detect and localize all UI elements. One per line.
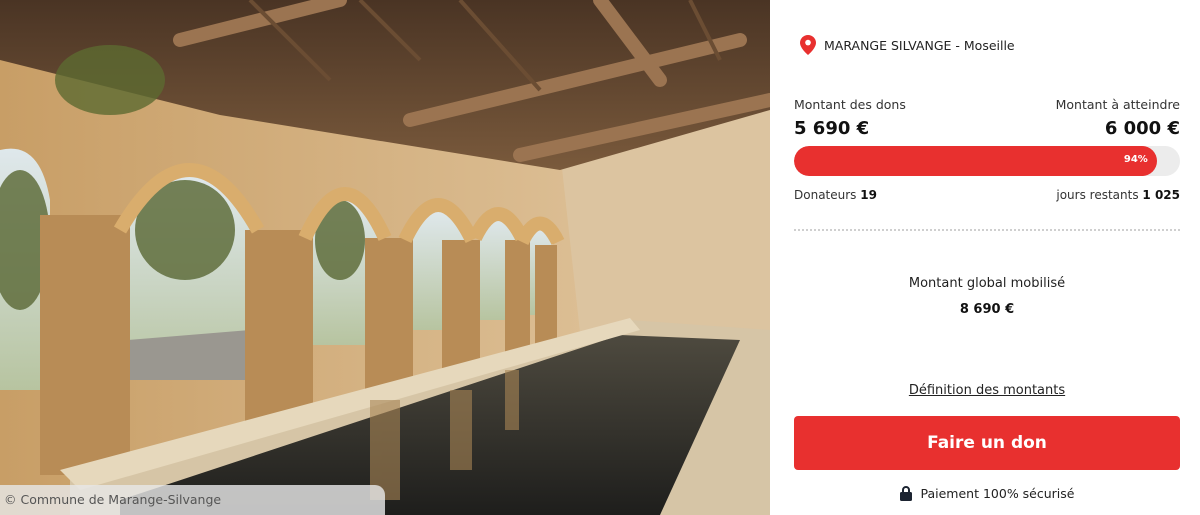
location: MARANGE SILVANGE - Moseille [800, 35, 1015, 55]
campaign-stats: Donateurs 19 jours restants 1 025 [794, 188, 1180, 202]
lavoir-illustration [0, 0, 770, 515]
goal-value: 6 000 € [1104, 118, 1180, 139]
days-stat: jours restants 1 025 [1056, 188, 1180, 202]
global-amount-value: 8 690 € [959, 302, 1015, 317]
amount-values: 5 690 € 6 000 € [794, 118, 1180, 139]
goal-label: Montant à atteindre [1055, 97, 1180, 112]
secure-payment: Paiement 100% sécurisé [794, 486, 1180, 501]
raised-value: 5 690 € [794, 118, 870, 139]
photo-credit: © Commune de Marange-Silvange [0, 485, 385, 515]
location-text: MARANGE SILVANGE - Moseille [824, 37, 1015, 53]
map-pin-icon [800, 35, 816, 55]
days-label: jours restants [1056, 188, 1139, 202]
amounts-definition-link[interactable]: Définition des montants [794, 383, 1180, 398]
progress-percent: 94% [1123, 154, 1148, 165]
global-amount-label: Montant global mobilisé [908, 276, 1066, 291]
progress-bar: 94% [794, 146, 1180, 176]
donate-button[interactable]: Faire un don [794, 416, 1180, 470]
lock-icon [899, 486, 912, 501]
amount-labels: Montant des dons Montant à atteindre [794, 97, 1180, 112]
divider [794, 229, 1180, 231]
donation-panel: MARANGE SILVANGE - Moseille Montant des … [794, 0, 1180, 515]
secure-text: Paiement 100% sécurisé [920, 486, 1075, 501]
days-value: 1 025 [1142, 188, 1180, 202]
campaign-photo: © Commune de Marange-Silvange [0, 0, 770, 515]
donors-stat: Donateurs 19 [794, 188, 877, 202]
progress-fill: 94% [794, 146, 1157, 176]
donors-label: Donateurs [794, 188, 857, 202]
donors-value: 19 [860, 188, 877, 202]
raised-label: Montant des dons [794, 97, 906, 112]
